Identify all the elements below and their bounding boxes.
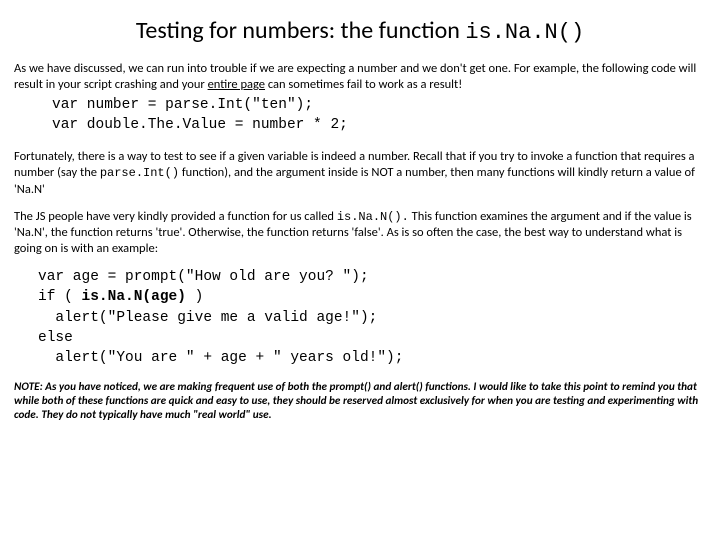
p1-b: can sometimes fail to work as a result! bbox=[265, 77, 462, 92]
p3-mono: is.Na.N(). bbox=[337, 210, 409, 224]
code2-l4: else bbox=[38, 328, 706, 348]
code-example-2: var age = prompt("How old are you? "); i… bbox=[38, 267, 706, 368]
p1-underline: entire page bbox=[208, 77, 265, 92]
code2-l2: if ( is.Na.N(age) ) bbox=[38, 287, 706, 307]
note-paragraph: NOTE: As you have noticed, we are making… bbox=[14, 380, 706, 422]
code1-l2: var double.The.Value = number * 2; bbox=[52, 117, 348, 133]
code-example-1: var number = parse.Int("ten"); var doubl… bbox=[52, 96, 706, 135]
code2-l1: var age = prompt("How old are you? "); bbox=[38, 267, 706, 287]
page-title: Testing for numbers: the function is.Na.… bbox=[14, 16, 706, 47]
code1-l1: var number = parse.Int("ten"); bbox=[52, 97, 313, 113]
paragraph-1: As we have discussed, we can run into tr… bbox=[14, 61, 706, 93]
paragraph-3: The JS people have very kindly provided … bbox=[14, 209, 706, 257]
code2-l2a: if ( bbox=[38, 289, 82, 305]
p2-mono: parse.Int() bbox=[100, 166, 179, 180]
code2-l2c: ) bbox=[186, 289, 203, 305]
p3-a: The JS people have very kindly provided … bbox=[14, 209, 337, 224]
code2-l2b: is.Na.N(age) bbox=[82, 289, 186, 305]
code2-l5: alert("You are " + age + " years old!"); bbox=[38, 348, 706, 368]
paragraph-2: Fortunately, there is a way to test to s… bbox=[14, 149, 706, 197]
code2-l3: alert("Please give me a valid age!"); bbox=[38, 308, 706, 328]
title-text: Testing for numbers: the function bbox=[136, 16, 466, 45]
title-mono: is.Na.N() bbox=[465, 20, 584, 45]
